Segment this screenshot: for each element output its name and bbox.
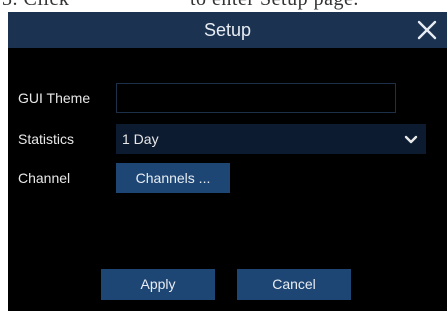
gui-theme-input[interactable] (116, 83, 396, 113)
dialog-titlebar: Setup (8, 12, 447, 48)
statistics-label: Statistics (18, 131, 75, 147)
apply-button[interactable]: Apply (101, 269, 215, 300)
statistics-value: 1 Day (122, 131, 159, 147)
channel-label: Channel (18, 170, 71, 186)
statistics-select[interactable]: 1 Day (116, 124, 426, 154)
chevron-down-icon (404, 133, 418, 145)
background-instruction-text: 3. Click to enter Setup page. (0, 0, 447, 12)
instruction-left: 3. Click (2, 0, 69, 11)
close-icon[interactable] (413, 16, 441, 44)
instruction-right: to enter Setup page. (190, 0, 359, 11)
cancel-button[interactable]: Cancel (237, 269, 351, 300)
channels-button[interactable]: Channels ... (116, 163, 230, 193)
gui-theme-label: GUI Theme (18, 90, 91, 106)
dialog-title: Setup (203, 20, 252, 40)
setup-dialog: Setup GUI Theme Statistics 1 Day Channel… (8, 12, 447, 311)
